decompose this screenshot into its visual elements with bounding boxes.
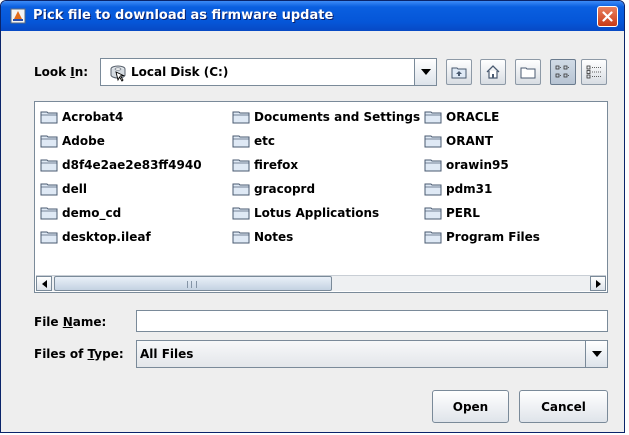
hard-disk-icon — [108, 63, 128, 86]
file-list-item-label: d8f4e2ae2e83ff4940 — [62, 158, 202, 172]
file-list-item-label: PERL — [446, 206, 480, 220]
folder-icon — [40, 231, 58, 244]
file-chooser-dialog: Pick file to download as firmware update… — [0, 0, 625, 433]
file-list-item-label: etc — [254, 134, 275, 148]
arrow-right-icon — [595, 279, 601, 288]
chevron-down-icon — [420, 69, 431, 75]
up-one-level-icon — [451, 67, 467, 79]
file-list-item[interactable]: Adobe — [40, 132, 105, 150]
folder-icon — [232, 135, 250, 148]
home-icon — [486, 65, 500, 79]
file-list-item-label: demo_cd — [62, 206, 122, 220]
look-in-combo[interactable]: Local Disk (C:) — [100, 58, 437, 86]
file-list-item-label: Documents and Settings — [254, 110, 421, 124]
folder-icon — [232, 231, 250, 244]
file-list-item-label: Adobe — [62, 134, 105, 148]
title-bar[interactable]: Pick file to download as firmware update — [1, 1, 624, 31]
file-list-item[interactable]: Documents and Settings — [232, 108, 420, 126]
file-list-item[interactable]: ORACLE — [424, 108, 499, 126]
new-folder-icon — [520, 67, 536, 78]
chevron-down-icon — [591, 351, 602, 357]
details-view-icon — [586, 65, 601, 79]
up-one-level-button[interactable] — [446, 59, 472, 85]
folder-icon — [424, 183, 442, 196]
folder-icon — [424, 135, 442, 148]
file-list-item[interactable]: Notes — [232, 228, 293, 246]
close-button[interactable] — [597, 6, 618, 27]
list-view-button[interactable] — [550, 59, 576, 85]
folder-icon — [232, 111, 250, 124]
scroll-thumb[interactable] — [54, 276, 332, 291]
folder-icon — [424, 207, 442, 220]
file-list-item-label: Program Files — [446, 230, 540, 244]
file-list-item-label: gracoprd — [254, 182, 316, 196]
look-in-dropdown-button[interactable] — [414, 59, 436, 85]
file-list-item[interactable]: desktop.ileaf — [40, 228, 151, 246]
arrow-left-icon — [41, 279, 47, 288]
file-name-label: File Name: — [34, 315, 107, 329]
folder-icon — [424, 159, 442, 172]
file-list-item-label: Notes — [254, 230, 294, 244]
file-list-item[interactable]: Lotus Applications — [232, 204, 379, 222]
cancel-button[interactable]: Cancel — [519, 390, 608, 423]
folder-icon — [232, 159, 250, 172]
file-list-item[interactable]: etc — [232, 132, 275, 150]
file-list-item-label: ORACLE — [446, 110, 500, 124]
folder-icon — [232, 207, 250, 220]
file-list-item-label: pdm31 — [446, 182, 493, 196]
file-type-dropdown-button[interactable] — [585, 341, 607, 367]
file-list-item-label: Lotus Applications — [254, 206, 380, 220]
file-list-item-label: orawin95 — [446, 158, 509, 172]
folder-icon — [40, 207, 58, 220]
file-list-item[interactable]: PERL — [424, 204, 480, 222]
file-list-item[interactable]: pdm31 — [424, 180, 492, 198]
file-list-item[interactable]: dell — [40, 180, 87, 198]
file-list-item[interactable]: d8f4e2ae2e83ff4940 — [40, 156, 202, 174]
file-list-item[interactable]: Acrobat4 — [40, 108, 123, 126]
folder-icon — [232, 183, 250, 196]
file-list-item-label: Acrobat4 — [62, 110, 124, 124]
scroll-right-button[interactable] — [590, 276, 606, 291]
file-name-input[interactable] — [136, 310, 608, 332]
file-list-item-label: desktop.ileaf — [62, 230, 151, 244]
scroll-left-button[interactable] — [36, 276, 52, 291]
details-view-button[interactable] — [581, 59, 607, 85]
file-list-item[interactable]: firefox — [232, 156, 298, 174]
file-type-value: All Files — [140, 347, 194, 361]
close-icon — [602, 11, 613, 22]
folder-icon — [424, 111, 442, 124]
new-folder-button[interactable] — [515, 59, 541, 85]
open-button[interactable]: Open — [432, 390, 509, 423]
file-list-item-label: ORANT — [446, 134, 493, 148]
look-in-label: Look In: — [34, 65, 89, 79]
file-list-item[interactable]: orawin95 — [424, 156, 509, 174]
file-type-label: Files of Type: — [34, 347, 124, 361]
folder-icon — [424, 231, 442, 244]
file-type-combo[interactable]: All Files — [136, 340, 608, 368]
folder-icon — [40, 183, 58, 196]
file-list[interactable]: Acrobat4 Adobe d8f4e2ae2e83ff4940 dell demo_… — [34, 101, 608, 293]
file-list-item[interactable]: Program Files — [424, 228, 540, 246]
file-list-item-label: firefox — [254, 158, 299, 172]
folder-icon — [40, 111, 58, 124]
file-list-item-label: dell — [62, 182, 87, 196]
look-in-value: Local Disk (C:) — [131, 65, 229, 79]
horizontal-scrollbar[interactable] — [36, 275, 606, 291]
folder-icon — [40, 159, 58, 172]
file-list-item[interactable]: ORANT — [424, 132, 493, 150]
home-button[interactable] — [480, 59, 506, 85]
file-list-item[interactable]: demo_cd — [40, 204, 121, 222]
file-list-item[interactable]: gracoprd — [232, 180, 315, 198]
folder-icon — [40, 135, 58, 148]
java-app-icon — [10, 8, 26, 24]
list-view-icon — [555, 65, 570, 78]
window-title: Pick file to download as firmware update — [33, 8, 334, 23]
